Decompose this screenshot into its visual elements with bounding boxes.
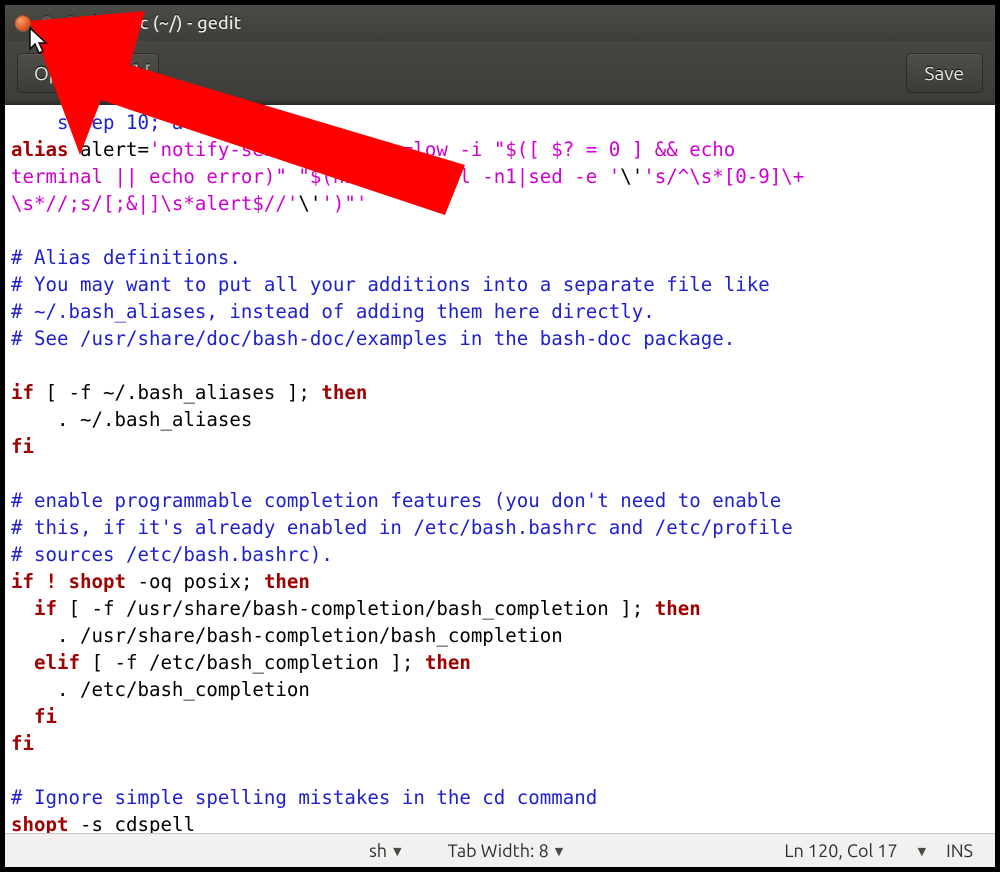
app-window: bashrc (~/) - gedit Open ▼ ]+[ Save slee… (4, 4, 996, 868)
cursor-position-label: Ln 120, Col 17 (784, 841, 897, 861)
code-token: then (321, 381, 367, 404)
code-token: # sources /etc/bash.bashrc). (11, 543, 333, 566)
code-token: if (34, 597, 57, 620)
code-token: shopt (69, 570, 126, 593)
statusbar: sh ▼ Tab Width: 8 ▼ Ln 120, Col 17 ▼ INS (5, 833, 995, 867)
save-label: Save (925, 62, 964, 84)
code-token: # Alias definitions. (11, 246, 241, 269)
code-token: shopt (11, 813, 68, 833)
code-token: ')"' (321, 192, 367, 215)
code-token: fi (34, 705, 57, 728)
chevron-down-icon: ▼ (393, 845, 401, 858)
code-token: # ~/.bash_aliases, instead of adding the… (11, 300, 655, 323)
code-token: sleep 10; alert (11, 111, 229, 134)
code-token: then (425, 651, 471, 674)
tab-width-label: Tab Width: 8 (448, 841, 549, 861)
code-token: ! (46, 570, 58, 593)
code-token: # Ignore simple spelling mistakes in the… (11, 786, 597, 809)
code-token: elif (34, 651, 80, 674)
language-selector[interactable]: sh ▼ (355, 841, 416, 861)
language-label: sh (369, 841, 387, 861)
code-token: # this, if it's already enabled in /etc/… (11, 516, 793, 539)
code-token: fi (11, 435, 34, 458)
open-button[interactable]: Open ▼ (17, 53, 113, 93)
maximize-icon[interactable] (63, 15, 79, 31)
code-token: then (264, 570, 310, 593)
text-editor[interactable]: sleep 10; alert alias alert='notify-send… (5, 105, 995, 833)
window-title: bashrc (~/) - gedit (93, 13, 241, 33)
titlebar[interactable]: bashrc (~/) - gedit (5, 5, 995, 41)
save-button[interactable]: Save (906, 53, 983, 93)
insert-mode-label: INS (946, 841, 973, 861)
code-token: if (11, 381, 34, 404)
code-token: # enable programmable completion feature… (11, 489, 781, 512)
code-token: then (655, 597, 701, 620)
code-token: 'notify-send --urgency=low -i "$([ $? = … (11, 138, 747, 188)
close-icon[interactable] (15, 15, 31, 31)
code-token: fi (11, 732, 34, 755)
chevron-down-icon: ▼ (87, 67, 95, 80)
chevron-down-icon: ▼ (918, 845, 926, 858)
extra-menu[interactable]: ▼ (912, 844, 932, 857)
toolbar: Open ▼ ]+[ Save (5, 41, 995, 105)
open-label: Open (34, 62, 81, 84)
minimize-icon[interactable] (39, 15, 55, 31)
window-controls (15, 15, 79, 31)
code-token: if (11, 570, 34, 593)
chevron-down-icon: ▼ (555, 845, 563, 858)
insert-mode[interactable]: INS (932, 841, 995, 861)
tab-width-selector[interactable]: Tab Width: 8 ▼ (434, 841, 578, 861)
code-token: # You may want to put all your additions… (11, 273, 770, 296)
new-tab-button[interactable]: ]+[ (123, 53, 159, 93)
code-token: # See /usr/share/doc/bash-doc/examples i… (11, 327, 735, 350)
cursor-position[interactable]: Ln 120, Col 17 (770, 841, 911, 861)
new-tab-icon: ]+[ (134, 63, 148, 82)
code-token: alias (11, 138, 68, 161)
